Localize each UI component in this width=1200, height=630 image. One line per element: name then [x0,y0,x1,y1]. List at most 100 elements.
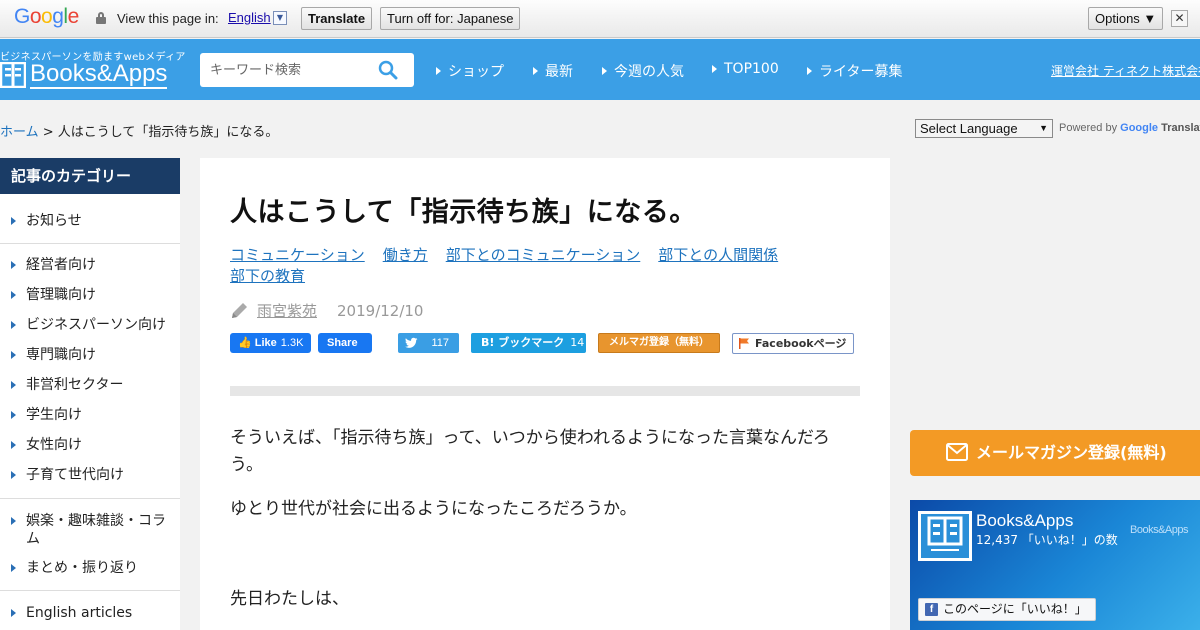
arrow-right-icon [11,291,16,299]
arrow-right-icon [602,67,607,75]
sidebar-item-label: ビジネスパーソン向け [26,317,166,333]
company-link[interactable]: 運営会社 ティネクト株式会社 [1051,62,1200,79]
page-like-button[interactable]: f このページに「いいね！」 [918,598,1096,621]
article-paragraph: 先日わたしは、 [230,589,349,609]
arrow-right-icon [11,564,16,572]
breadcrumb: ホーム > 人はこうして「指示待ち族」になる。 [0,121,278,140]
nav-latest[interactable]: 最新 [533,61,573,81]
page-like-count: 12,437 「いいね！」の数 [976,533,1118,547]
tweet-count: 117 [431,337,449,349]
sidebar-item-specialists[interactable]: 専門職向け [0,346,180,364]
thumbs-up-icon: 👍 [238,337,252,349]
site-logo[interactable]: Books&Apps [0,61,168,89]
hatena-label: B! ブックマーク [481,336,565,349]
close-icon[interactable]: ✕ [1171,10,1188,27]
sidebar-heading: 記事のカテゴリー [0,158,180,194]
article-paragraph: ゆとり世代が社会に出るようになったころだろうか。 [230,499,637,519]
fb-like-label: Like [254,337,277,349]
lock-icon [96,12,106,24]
language-select[interactable]: English [228,10,271,25]
tag-link[interactable]: 部下とのコミュニケーション [446,246,641,264]
facebook-like-button[interactable]: 👍 Like 1.3K [230,333,312,353]
sidebar-item-entertainment[interactable]: 娯楽・趣味雑談・コラム [0,512,170,548]
sidebar-item-executives[interactable]: 経営者向け [0,256,180,274]
arrow-right-icon [11,261,16,269]
facebook-share-button[interactable]: Share [318,333,372,353]
hatena-bookmark-button[interactable]: B! ブックマーク 14 [471,333,586,353]
google-logo: Google [14,5,79,28]
fb-like-count: 1.3K [280,337,304,349]
arrow-right-icon [533,67,538,75]
page-avatar[interactable] [918,511,972,561]
envelope-icon [946,443,968,461]
sidebar-item-parents[interactable]: 子育て世代向け [0,466,180,484]
nav-weekly-popular[interactable]: 今週の人気 [602,61,684,81]
sidebar-item-label: English articles [26,605,133,621]
google-small-logo: Google [1120,122,1159,134]
nav-label: ショップ [448,64,504,80]
article-paragraph: そういえば、「指示待ち族」って、いつから使われるようになった言葉なんだろう。 [230,428,830,475]
nav-top100[interactable]: TOP100 [712,61,779,77]
translate-button[interactable]: Translate [301,7,373,30]
sidebar-item-business-persons[interactable]: ビジネスパーソン向け [0,316,180,334]
translate-label: Translate [1161,122,1200,134]
sidebar-item-students[interactable]: 学生向け [0,406,180,424]
tweet-button[interactable]: 117 [398,333,459,353]
author-link[interactable]: 雨宮紫苑 [257,300,317,321]
arrow-right-icon [11,381,16,389]
sidebar-item-label: 専門職向け [26,347,96,363]
tag-link[interactable]: コミュニケーション [230,246,365,264]
mailmag-register-button[interactable]: メルマガ登録（無料） [598,333,720,353]
powered-by-google: Powered by Google Translate [1059,122,1200,134]
turn-off-button[interactable]: Turn off for: Japanese [380,7,521,30]
sidebar-item-english[interactable]: English articles [0,604,180,622]
select-language-label: Select Language [920,121,1018,136]
page-name[interactable]: Books&Apps [976,511,1073,531]
sidebar-item-label: 女性向け [26,437,82,453]
arrow-right-icon [11,517,16,525]
breadcrumb-home[interactable]: ホーム [0,125,39,140]
search-icon[interactable] [378,60,398,80]
sidebar-item-label: お知らせ [26,213,82,229]
arrow-right-icon [11,321,16,329]
sidebar-item-label: 経営者向け [26,257,96,273]
tag-link[interactable]: 部下との人間関係 [658,246,778,264]
hatena-count: 14 [570,336,585,349]
powered-by-label: Powered by [1059,122,1118,134]
search-input[interactable] [210,60,370,80]
arrow-right-icon [807,67,812,75]
sidebar-item-news[interactable]: お知らせ [0,212,180,230]
arrow-right-icon [11,471,16,479]
search-box[interactable] [200,53,414,87]
sidebar-item-managers[interactable]: 管理職向け [0,286,180,304]
facebook-page-widget: Books&Apps 12,437 「いいね！」の数 Books&Apps f … [910,500,1200,630]
page-like-label: このページに「いいね！」 [943,602,1087,616]
arrow-right-icon [11,217,16,225]
arrow-right-icon [11,411,16,419]
nav-writer-recruit[interactable]: ライター募集 [807,61,902,81]
site-header: ビジネスパーソンを励ますwebメディア Books&Apps ショップ 最新 今… [0,39,1200,100]
category-sidebar: 記事のカテゴリー お知らせ 経営者向け 管理職向け ビジネスパーソン向け 専門職… [0,158,180,630]
publish-date: 2019/12/10 [337,301,424,320]
options-button[interactable]: Options ▼ [1088,7,1164,30]
chevron-down-icon[interactable]: ▼ [273,11,287,25]
article-title: 人はこうして「指示待ち族」になる。 [230,197,697,228]
select-language-dropdown[interactable]: Select Language ▼ [915,119,1053,138]
sidebar-item-label: 管理職向け [26,287,96,303]
sidebar-item-nonprofit[interactable]: 非営利セクター [0,376,180,394]
chevron-down-icon: ▼ [1039,123,1048,133]
sidebar-item-women[interactable]: 女性向け [0,436,180,454]
breadcrumb-current: 人はこうして「指示待ち族」になる。 [57,125,279,140]
sidebar-item-summaries[interactable]: まとめ・振り返り [0,559,180,577]
sidebar-item-label: 学生向け [26,407,82,423]
sidebar-divider [0,498,180,499]
view-page-label: View this page in: [117,11,219,26]
tag-link[interactable]: 働き方 [383,246,428,264]
arrow-right-icon [436,67,441,75]
arrow-right-icon [11,609,16,617]
tag-link[interactable]: 部下の教育 [230,267,305,285]
facebook-page-button[interactable]: Facebookページ [732,333,854,354]
pencil-icon [232,302,247,318]
nav-shop[interactable]: ショップ [436,61,504,81]
mail-magazine-button[interactable]: メールマガジン登録(無料) [910,430,1200,476]
